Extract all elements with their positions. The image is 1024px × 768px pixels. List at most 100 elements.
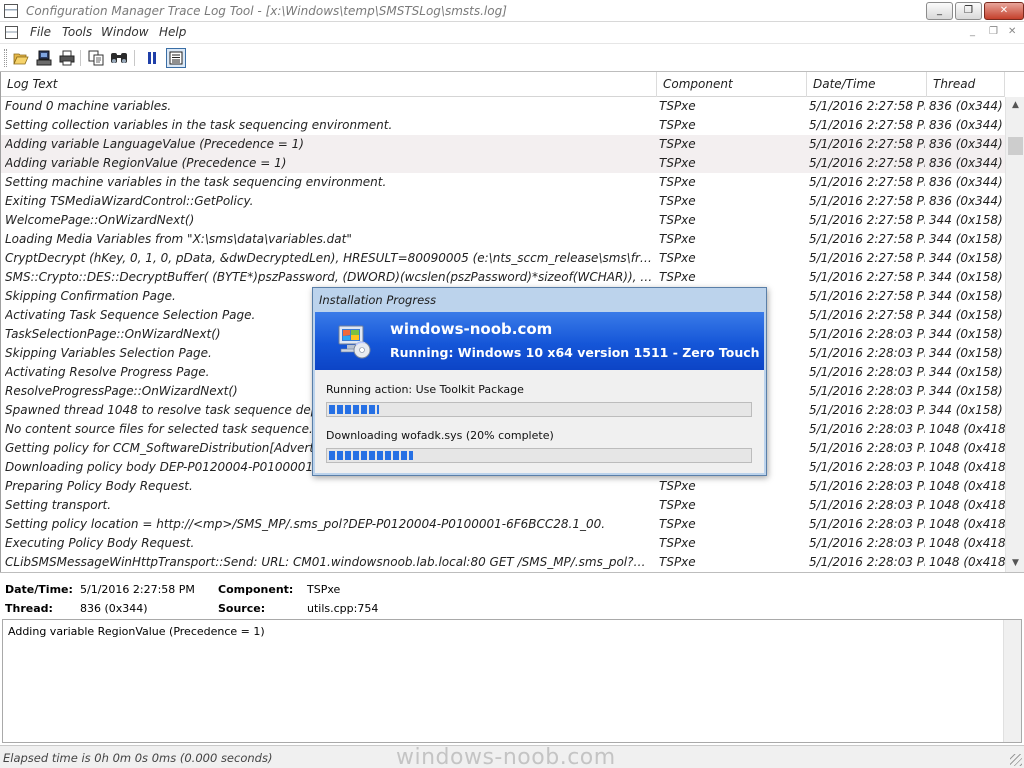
datetime-cell: 5/1/2016 2:27:58 PM xyxy=(809,175,925,189)
menu-window[interactable]: Window xyxy=(101,25,149,39)
message-scrollbar[interactable] xyxy=(1003,620,1021,742)
datetime-cell: 5/1/2016 2:28:03 PM xyxy=(809,498,925,512)
scroll-down-icon[interactable]: ▼ xyxy=(1006,555,1024,572)
thread-cell: 344 (0x158) xyxy=(929,289,1003,303)
component-cell: TSPxe xyxy=(659,194,696,208)
document-icon[interactable] xyxy=(5,26,18,39)
log-text-cell: Setting policy location = http://<mp>/SM… xyxy=(5,517,606,531)
find-icon[interactable] xyxy=(109,48,129,68)
log-row[interactable]: Executing Policy Body Request. TSPxe 5/1/2… xyxy=(1,534,1005,553)
dialog-body: windows-noob.com Running: Windows 10 x64… xyxy=(315,312,764,473)
action-progress-fill xyxy=(329,405,379,414)
log-row[interactable]: Setting collection variables in the task… xyxy=(1,116,1005,135)
datetime-cell: 5/1/2016 2:27:58 PM xyxy=(809,270,925,284)
column-thread[interactable]: Thread xyxy=(927,72,1005,97)
log-text-cell: Executing Policy Body Request. xyxy=(5,536,195,550)
scroll-up-icon[interactable]: ▲ xyxy=(1006,97,1024,114)
resize-grip[interactable] xyxy=(1010,754,1022,766)
close-button[interactable]: ✕ xyxy=(984,2,1024,20)
print-preview-icon[interactable] xyxy=(34,48,54,68)
log-text-cell: Adding variable RegionValue (Precedence … xyxy=(5,156,287,170)
menu-tools[interactable]: Tools xyxy=(62,25,92,39)
scroll-thumb[interactable] xyxy=(1008,137,1023,155)
dialog-title: Installation Progress xyxy=(319,293,437,307)
installation-progress-dialog: Installation Progress windows-noob.com R… xyxy=(312,287,767,476)
log-row[interactable]: Found 0 machine variables. TSPxe 5/1/2016 … xyxy=(1,97,1005,116)
component-cell: TSPxe xyxy=(659,156,696,170)
component-cell: TSPxe xyxy=(659,517,696,531)
log-row[interactable]: CryptDecrypt (hKey, 0, 1, 0, pData, &dwD… xyxy=(1,249,1005,268)
install-computer-icon xyxy=(338,325,371,359)
column-log-text[interactable]: Log Text xyxy=(1,72,657,97)
component-cell: TSPxe xyxy=(659,270,696,284)
print-icon[interactable] xyxy=(57,48,77,68)
toolbar xyxy=(0,44,1024,72)
log-text-cell: SMS::Crypto::DES::DecryptBuffer( (BYTE*)… xyxy=(5,270,653,284)
thread-cell: 344 (0x158) xyxy=(929,365,1003,379)
grid-header: Log Text Component Date/Time Thread xyxy=(1,72,1005,97)
mdi-minimize-button[interactable]: _ xyxy=(970,26,975,37)
component-label: Component: xyxy=(218,583,294,596)
restore-button[interactable]: ❐ xyxy=(955,2,982,20)
datetime-cell: 5/1/2016 2:28:03 PM xyxy=(809,441,925,455)
thread-cell: 836 (0x344) xyxy=(929,99,1003,113)
log-row[interactable]: Adding variable RegionValue (Precedence … xyxy=(1,154,1005,173)
minimize-button[interactable]: _ xyxy=(926,2,953,20)
component-cell: TSPxe xyxy=(659,479,696,493)
vertical-scrollbar[interactable]: ▲ ▼ xyxy=(1005,97,1024,572)
source-label: Source: xyxy=(218,602,266,615)
log-text-cell: Found 0 machine variables. xyxy=(5,99,172,113)
datetime-cell: 5/1/2016 2:27:58 PM xyxy=(809,289,925,303)
datetime-cell: 5/1/2016 2:27:58 PM xyxy=(809,156,925,170)
thread-cell: 1048 (0x418) xyxy=(929,479,1005,493)
open-icon[interactable] xyxy=(11,48,31,68)
datetime-label: Date/Time: xyxy=(5,583,73,596)
organization-name: windows-noob.com xyxy=(390,320,553,338)
thread-cell: 344 (0x158) xyxy=(929,232,1003,246)
copy-icon[interactable] xyxy=(86,48,106,68)
elapsed-time-text: Elapsed time is 0h 0m 0s 0ms (0.000 seco… xyxy=(3,751,273,765)
log-row[interactable]: Exiting TSMediaWizardControl::GetPolicy.… xyxy=(1,192,1005,211)
dialog-banner: windows-noob.com Running: Windows 10 x64… xyxy=(315,312,764,370)
log-row[interactable]: Loading Media Variables from "X:\sms\dat… xyxy=(1,230,1005,249)
column-component[interactable]: Component xyxy=(657,72,807,97)
log-row[interactable]: Setting machine variables in the task se… xyxy=(1,173,1005,192)
log-row[interactable]: Preparing Policy Body Request. TSPxe 5/1/2… xyxy=(1,477,1005,496)
datetime-cell: 5/1/2016 2:27:58 PM xyxy=(809,99,925,113)
log-row[interactable]: WelcomePage::OnWizardNext() TSPxe 5/1/2016… xyxy=(1,211,1005,230)
log-text-cell: WelcomePage::OnWizardNext() xyxy=(5,213,195,227)
pause-icon[interactable] xyxy=(142,48,162,68)
datetime-cell: 5/1/2016 2:28:03 PM xyxy=(809,536,925,550)
log-row[interactable]: Setting policy location = http://<mp>/SM… xyxy=(1,515,1005,534)
status-bar: Elapsed time is 0h 0m 0s 0ms (0.000 seco… xyxy=(0,745,1024,768)
datetime-cell: 5/1/2016 2:28:03 PM xyxy=(809,460,925,474)
component-cell: TSPxe xyxy=(659,232,696,246)
log-text-cell: Setting transport. xyxy=(5,498,112,512)
download-progress-bar xyxy=(326,448,752,463)
details-panel: Date/Time: 5/1/2016 2:27:58 PM Component… xyxy=(0,572,1024,745)
message-box[interactable]: Adding variable RegionValue (Precedence … xyxy=(2,619,1022,743)
menu-help[interactable]: Help xyxy=(159,25,186,39)
thread-cell: 344 (0x158) xyxy=(929,327,1003,341)
mdi-restore-button[interactable]: ❐ xyxy=(989,26,998,37)
menu-file[interactable]: File xyxy=(30,25,51,39)
thread-label: Thread: xyxy=(5,602,53,615)
app-icon xyxy=(4,4,18,18)
log-text-cell: Preparing Policy Body Request. xyxy=(5,479,193,493)
log-text-cell: Setting collection variables in the task… xyxy=(5,118,393,132)
datetime-cell: 5/1/2016 2:28:03 PM xyxy=(809,403,925,417)
log-row[interactable]: Setting transport. TSPxe 5/1/2016 2:28:03 … xyxy=(1,496,1005,515)
log-row[interactable]: Adding variable LanguageValue (Precedenc… xyxy=(1,135,1005,154)
source-value: utils.cpp:754 xyxy=(307,602,379,615)
error-lookup-icon[interactable] xyxy=(166,48,186,68)
log-row[interactable]: CLibSMSMessageWinHttpTransport::Send: UR… xyxy=(1,553,1005,572)
mdi-close-button[interactable]: ✕ xyxy=(1008,26,1016,37)
thread-cell: 344 (0x158) xyxy=(929,403,1003,417)
action-progress-bar xyxy=(326,402,752,417)
column-datetime[interactable]: Date/Time xyxy=(807,72,927,97)
component-cell: TSPxe xyxy=(659,118,696,132)
log-row[interactable]: SMS::Crypto::DES::DecryptBuffer( (BYTE*)… xyxy=(1,268,1005,287)
datetime-cell: 5/1/2016 2:28:03 PM xyxy=(809,365,925,379)
log-text-cell: Adding variable LanguageValue (Precedenc… xyxy=(5,137,304,151)
datetime-cell: 5/1/2016 2:27:58 PM xyxy=(809,308,925,322)
